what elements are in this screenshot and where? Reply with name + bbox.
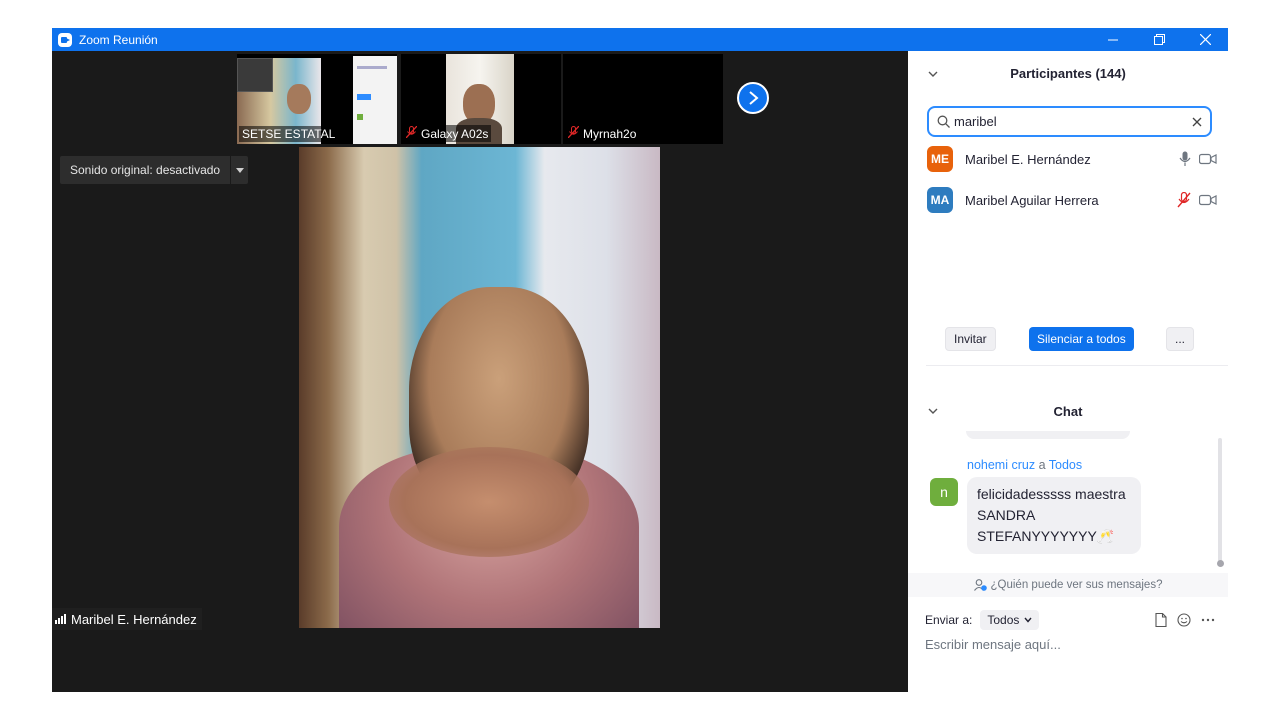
minimize-icon	[1108, 39, 1118, 40]
more-icon[interactable]	[1201, 618, 1215, 622]
thumbnail-galaxy-a02s[interactable]: Galaxy A02s	[401, 54, 561, 144]
chevron-down-icon	[1024, 617, 1032, 623]
active-speaker-name-tag: Maribel E. Hernández	[52, 608, 202, 630]
participant-avatar: ME	[927, 146, 953, 172]
active-speaker-name: Maribel E. Hernández	[71, 611, 197, 627]
microphone-muted-icon[interactable]	[1177, 192, 1191, 208]
who-can-see-text: ¿Quién puede ver sus mensajes?	[990, 579, 1163, 591]
participants-header: Participantes (144)	[908, 51, 1228, 96]
chat-message-input[interactable]: Escribir mensaje aquí...	[925, 637, 1215, 652]
original-sound-dropdown[interactable]	[230, 156, 248, 184]
send-to-row: Enviar a: Todos	[925, 608, 1215, 632]
chevron-down-icon[interactable]	[928, 406, 938, 416]
chat-header: Chat	[908, 396, 1228, 426]
active-speaker-video	[299, 147, 660, 628]
video-camera-icon[interactable]	[1199, 194, 1217, 206]
user-info-icon	[973, 579, 987, 591]
restore-button[interactable]	[1136, 28, 1182, 51]
original-sound-button[interactable]: Sonido original: desactivado	[60, 156, 249, 184]
close-window-button[interactable]	[1182, 28, 1228, 51]
original-sound-label: Sonido original: desactivado	[70, 163, 221, 177]
minimize-button[interactable]	[1090, 28, 1136, 51]
side-panel: Participantes (144) ME Maribel E. Hernán…	[908, 51, 1228, 692]
thumbnail-name: SETSE ESTATAL	[242, 127, 336, 141]
participant-controls	[1177, 192, 1217, 208]
file-icon[interactable]	[1155, 613, 1167, 627]
signal-bars-icon	[55, 614, 66, 624]
title-bar: Zoom Reunión	[52, 28, 1228, 51]
send-to-label: Enviar a:	[925, 613, 973, 627]
previous-message-bubble	[966, 431, 1130, 439]
participant-search-input[interactable]	[954, 114, 1192, 129]
thumbnail-setse-estatal[interactable]: SETSE ESTATAL	[237, 54, 397, 144]
send-to-dropdown[interactable]: Todos	[980, 610, 1040, 630]
panel-divider	[926, 365, 1228, 366]
chat-scrollbar[interactable]	[1218, 438, 1222, 566]
restore-icon	[1153, 34, 1165, 45]
thumbnail-name: Galaxy A02s	[421, 126, 489, 141]
chat-tools	[1155, 613, 1215, 627]
invite-button[interactable]: Invitar	[945, 327, 996, 351]
message-sender[interactable]: nohemi cruz	[967, 458, 1035, 472]
participant-name: Maribel E. Hernández	[965, 151, 1091, 167]
message-avatar: n	[930, 478, 958, 506]
participant-avatar: MA	[927, 187, 953, 213]
thumbnail-label: Galaxy A02s	[403, 125, 492, 142]
participants-title: Participantes (144)	[1010, 66, 1126, 81]
chevron-down-icon[interactable]	[928, 69, 938, 79]
search-icon	[937, 115, 950, 128]
chat-messages: nohemi cruz a Todos n felicidadesssss ma…	[908, 431, 1228, 576]
more-options-button[interactable]: ...	[1166, 327, 1195, 351]
participants-actions: Invitar Silenciar a todos ...	[908, 327, 1228, 351]
thumbnail-name: Myrnah2o	[583, 126, 637, 141]
video-hands	[389, 447, 589, 557]
chat-title: Chat	[1053, 403, 1083, 419]
video-area: SETSE ESTATAL Galaxy A02s Myrnah2o Sonid…	[52, 51, 908, 692]
message-recipient[interactable]: Todos	[1049, 458, 1082, 472]
participant-search[interactable]	[927, 106, 1212, 137]
chevron-right-icon	[749, 91, 759, 105]
participant-row[interactable]: ME Maribel E. Hernández	[927, 144, 1217, 174]
zoom-app-icon	[58, 32, 72, 47]
microphone-muted-icon	[405, 125, 418, 141]
participant-row[interactable]: MA Maribel Aguilar Herrera	[927, 185, 1217, 215]
message-line: felicidadesssss maestra	[977, 486, 1126, 502]
chat-scroll-thumb[interactable]	[1217, 560, 1224, 567]
thumbnail-myrnah2o[interactable]: Myrnah2o	[563, 54, 723, 144]
caret-down-icon	[235, 167, 244, 173]
message-header: nohemi cruz a Todos	[967, 458, 1082, 472]
thumbnail-label: Myrnah2o	[565, 125, 640, 142]
clear-search-icon[interactable]	[1192, 117, 1202, 127]
video-camera-icon[interactable]	[1199, 153, 1217, 165]
message-bubble: felicidadesssss maestra SANDRA STEFANYYY…	[967, 477, 1141, 554]
microphone-muted-icon	[567, 125, 580, 141]
mute-all-button[interactable]: Silenciar a todos	[1029, 327, 1134, 351]
message-line: STEFANYYYYYYY🥂	[977, 528, 1115, 544]
participant-controls	[1179, 151, 1217, 167]
microphone-icon[interactable]	[1179, 151, 1191, 167]
who-can-see-link[interactable]: ¿Quién puede ver sus mensajes?	[908, 573, 1228, 597]
send-to-value: Todos	[987, 613, 1020, 627]
message-line: SANDRA	[977, 507, 1036, 523]
participant-name: Maribel Aguilar Herrera	[965, 192, 1099, 208]
close-icon	[1199, 34, 1211, 45]
thumbnail-strip: SETSE ESTATAL Galaxy A02s Myrnah2o	[52, 51, 908, 147]
window-title: Zoom Reunión	[79, 32, 158, 47]
message-to-word: a	[1038, 458, 1046, 472]
thumbnail-label: SETSE ESTATAL	[239, 126, 339, 142]
emoji-icon[interactable]	[1177, 613, 1191, 627]
zoom-window: Zoom Reunión SETSE ESTATAL Galaxy A02s M…	[52, 28, 1228, 692]
next-page-button[interactable]	[737, 82, 769, 114]
